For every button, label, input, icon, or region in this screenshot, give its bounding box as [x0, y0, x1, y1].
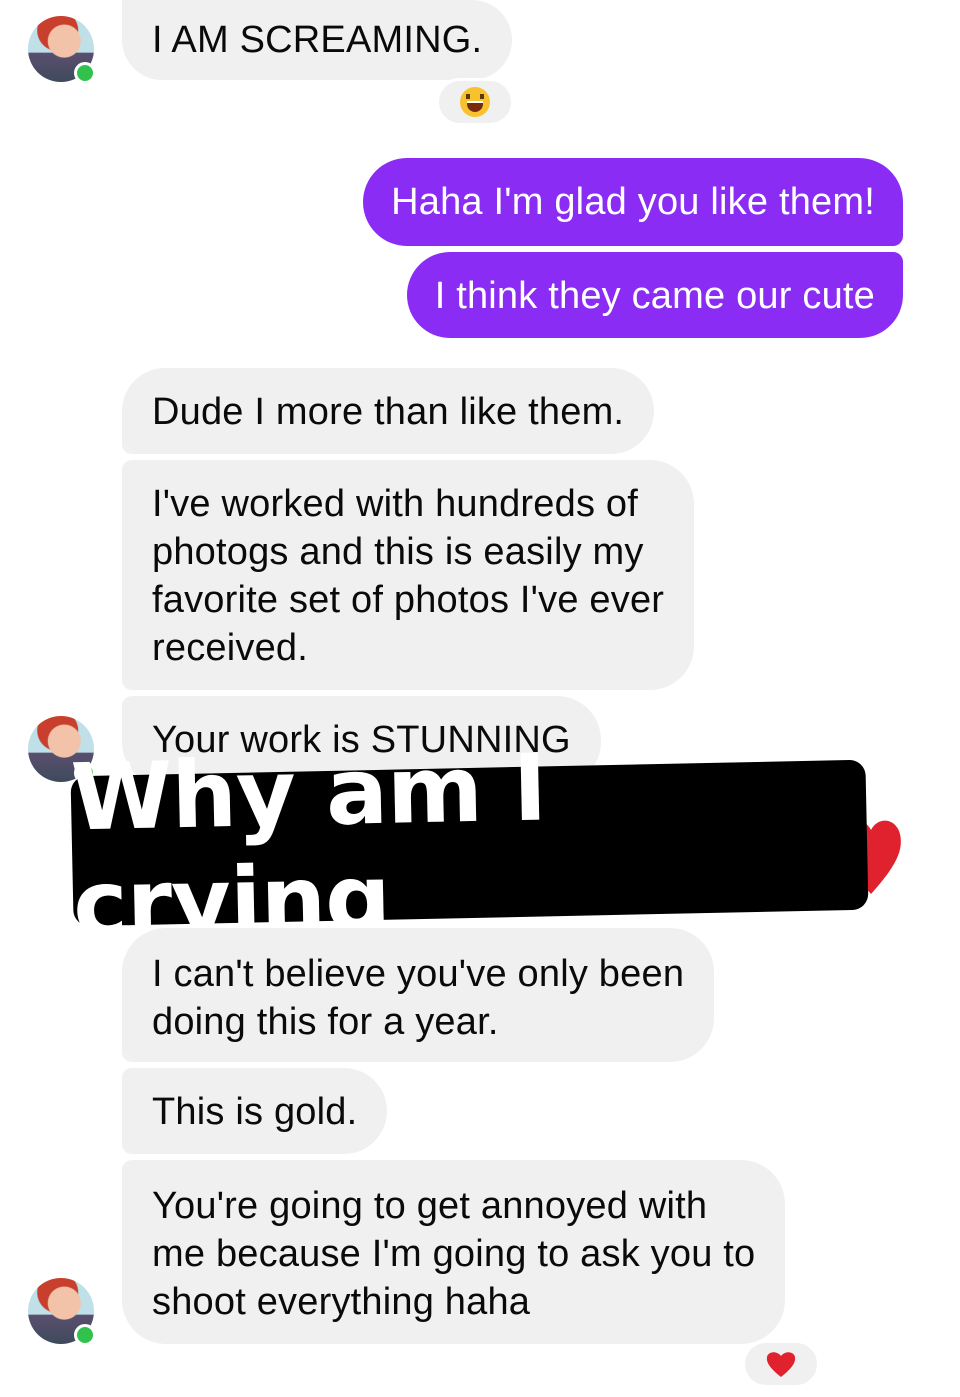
laughing-emoji-icon — [460, 87, 490, 117]
message-incoming[interactable]: I've worked with hundreds of photogs and… — [122, 460, 695, 690]
message-incoming[interactable]: You're going to get annoyed with me beca… — [122, 1160, 786, 1344]
message-incoming[interactable]: This is gold. — [122, 1068, 388, 1154]
heart-icon — [766, 1352, 796, 1377]
online-status-dot — [74, 62, 96, 84]
avatar[interactable] — [28, 16, 96, 84]
online-status-dot — [74, 1324, 96, 1346]
reaction-badge[interactable] — [742, 1340, 820, 1388]
message-incoming[interactable]: I AM SCREAMING. — [122, 0, 513, 80]
reaction-badge[interactable] — [436, 78, 514, 126]
message-incoming[interactable]: I can't believe you've only been doing t… — [122, 928, 715, 1062]
avatar[interactable] — [28, 1278, 96, 1346]
caption-text: Why am I crying — [69, 734, 548, 959]
message-outgoing[interactable]: Haha I'm glad you like them! — [363, 158, 903, 246]
message-incoming[interactable]: Dude I more than like them. — [122, 368, 655, 454]
caption-overlay: Why am I crying — [70, 734, 869, 958]
message-outgoing[interactable]: I think they came our cute — [406, 252, 903, 338]
